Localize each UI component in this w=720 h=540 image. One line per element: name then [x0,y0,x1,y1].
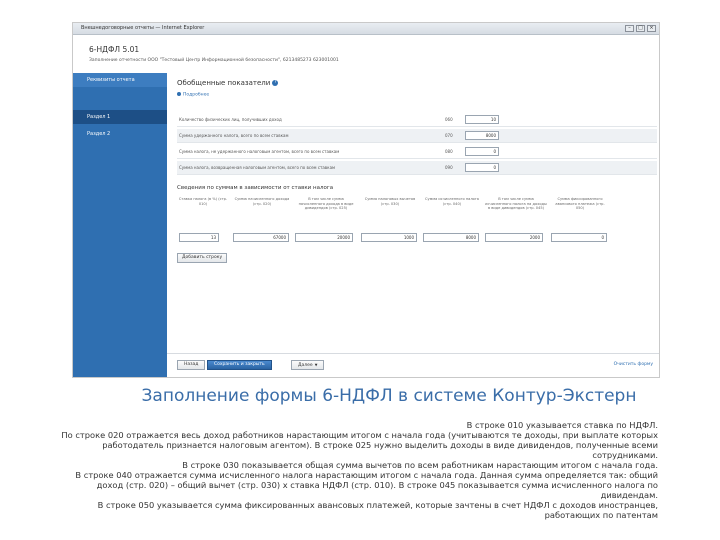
slide-description: В строке 010 указывается ставка по НДФЛ.… [58,420,658,520]
description-line: В строке 010 указывается ставка по НДФЛ. [466,420,658,430]
calculated-tax-field[interactable]: 8000 [423,233,479,242]
close-button[interactable]: × [647,25,656,32]
rate-group-title: Сведения по суммам в зависимости от став… [177,185,334,191]
rate-grid-header: Ставка налога (в %) (стр. 010) Сумма нач… [177,197,657,229]
window-title: Внешнедоговорные отчеты — Internet Explo… [81,25,205,31]
rate-field[interactable]: 13 [179,233,219,242]
dividend-tax-field[interactable]: 2000 [485,233,543,242]
dividend-income-field[interactable]: 20000 [295,233,353,242]
section-title: Обобщенные показатели? [177,79,279,87]
income-field[interactable]: 67000 [233,233,289,242]
grid-header-cell: Сумма исчисленного налога (стр. 040) [425,197,479,206]
indicator-code: 070 [445,133,453,138]
indicator-row: Количество физических лиц, получивших до… [177,113,657,127]
clear-form-link[interactable]: Очистить форму [614,362,653,367]
form-title: 6-НДФЛ 5.01 [89,45,140,54]
indicator-value-field[interactable]: 8000 [465,131,499,140]
details-link[interactable]: Подробнее [177,92,209,98]
sidebar-item-section-1[interactable]: Раздел 1 [73,110,167,124]
save-and-close-button[interactable]: Сохранить и закрыть [207,360,272,370]
sidebar-item-report-details[interactable]: Реквизиты отчета [73,73,167,87]
indicator-label: Количество физических лиц, получивших до… [179,117,282,122]
slide-caption: Заполнение формы 6-НДФЛ в системе Контур… [141,386,637,406]
description-line: По строке 020 отражается весь доход рабо… [61,430,658,460]
grid-header-cell: Сумма фиксированного авансового платежа … [555,197,605,210]
indicator-value-field[interactable]: 0 [465,163,499,172]
fixed-advance-field[interactable]: 0 [551,233,607,242]
grid-header-cell: В том числе сумма начисленного дохода в … [298,197,354,210]
indicator-row: Сумма удержанного налога, всего по всем … [177,129,657,143]
indicator-row: Сумма налога, не удержанного налоговым а… [177,145,657,159]
back-button[interactable]: Назад [177,360,206,370]
rate-grid-row: 13 67000 20000 1000 8000 2000 0 [177,233,657,245]
main-content: Обобщенные показатели? Подробнее Количес… [167,73,659,377]
chevron-down-icon: ▼ [314,363,318,367]
window-titlebar: Внешнедоговорные отчеты — Internet Explo… [73,23,659,35]
grid-header-cell: Ставка налога (в %) (стр. 010) [178,197,228,206]
deductions-field[interactable]: 1000 [361,233,417,242]
details-link-text: Подробнее [183,92,210,98]
description-line: В строке 050 указывается сумма фиксирова… [97,500,658,520]
organization-line: Заполнение отчетности ООО "Тестовый Цент… [89,58,339,63]
sidebar: Реквизиты отчета Раздел 1 Раздел 2 [73,73,167,377]
minimize-button[interactable]: – [625,25,634,32]
help-icon[interactable]: ? [272,80,279,86]
description-line: В строке 040 отражается сумма исчисленно… [75,470,658,500]
sidebar-item-section-2[interactable]: Раздел 2 [73,127,167,141]
indicator-label: Сумма налога, не удержанного налоговым а… [179,149,340,154]
screenshot-window: Внешнедоговорные отчеты — Internet Explo… [72,22,660,378]
indicator-value-field[interactable]: 0 [465,147,499,156]
grid-header-cell: В том числе сумма исчисленного налога на… [485,197,547,210]
section-title-text: Обобщенные показатели [177,79,271,87]
indicator-code: 090 [445,165,453,170]
description-line: В строке 030 показывается общая сумма вы… [182,460,658,470]
indicator-label: Сумма удержанного налога, всего по всем … [179,133,289,138]
maximize-button[interactable]: □ [636,25,645,32]
add-row-button[interactable]: Добавить строку [177,253,228,263]
next-button-label: Далее [298,363,313,368]
indicator-label: Сумма налога, возвращенная налоговым аге… [179,165,336,170]
window-controls: – □ × [625,25,656,32]
indicator-code: 060 [445,117,453,122]
next-button[interactable]: Далее ▼ [291,360,325,370]
grid-header-cell: Сумма начисленного дохода (стр. 020) [234,197,290,206]
indicator-value-field[interactable]: 10 [465,115,499,124]
indicator-row: Сумма налога, возвращенная налоговым аге… [177,161,657,175]
indicator-code: 080 [445,149,453,154]
grid-header-cell: Сумма налоговых вычетов (стр. 030) [364,197,416,206]
bullet-icon [177,92,181,96]
form-footer: Назад Сохранить и закрыть Далее ▼ Очистит… [167,353,659,373]
